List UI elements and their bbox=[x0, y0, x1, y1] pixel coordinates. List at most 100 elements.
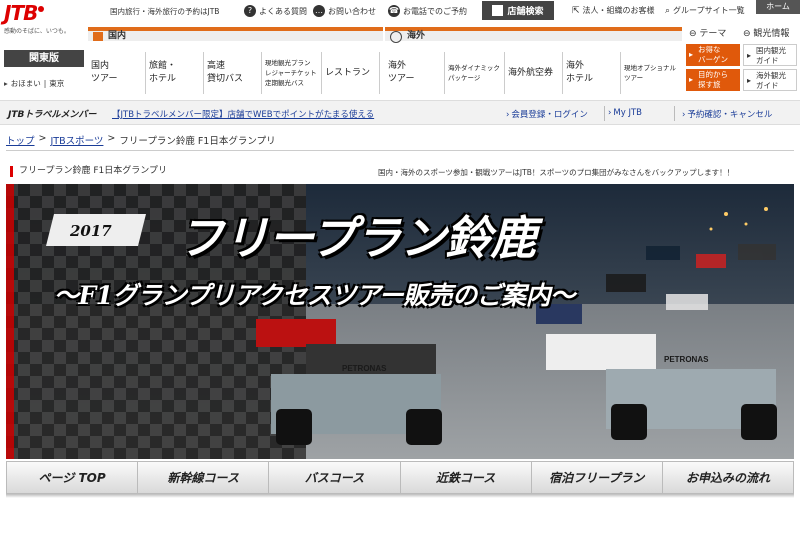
international-guide-button[interactable]: ▸ 海外観光 ガイド bbox=[743, 69, 797, 91]
section-nav-stay-free-plan[interactable]: 宿泊フリープラン bbox=[532, 462, 663, 493]
caret-right-icon: ▸ bbox=[747, 51, 752, 60]
arrow-box-icon: ⇱ bbox=[572, 5, 580, 16]
page-description: 国内・海外のスポーツ参加・観戦ツアーはJTB！スポーツのプロ集団がみなさんをバッ… bbox=[378, 168, 735, 177]
tab-theme[interactable]: ⊖ テーマ bbox=[685, 27, 741, 41]
tab-domestic-label: 国内 bbox=[108, 31, 127, 41]
store-search-button[interactable]: 店舗検索 bbox=[482, 1, 554, 20]
logo-tagline: 感動のそばに、いつも。 bbox=[4, 28, 70, 35]
international-nav: 海外 ツアー 海外ダイナミック パッケージ 海外航空券 海外 ホテル 現地オプシ… bbox=[385, 52, 681, 94]
car-livery-text: PETRONAS bbox=[342, 364, 387, 373]
nav-international-hotel[interactable]: 海外 ホテル bbox=[563, 52, 621, 94]
reservation-link[interactable]: › 予約確認・キャンセル bbox=[682, 108, 772, 120]
register-login-label: 会員登録・ログイン bbox=[511, 110, 588, 120]
page-title: フリープラン鈴鹿 F1日本グランプリ bbox=[10, 166, 167, 177]
tab-international-label: 海外 bbox=[407, 31, 426, 41]
domestic-guide-label: 国内観光 ガイド bbox=[756, 46, 786, 65]
caret-right-icon: ▸ bbox=[689, 75, 694, 84]
breadcrumb-sep: > bbox=[107, 133, 116, 144]
breadcrumb-sports[interactable]: JTBスポーツ bbox=[50, 133, 103, 147]
logo-text: JTB bbox=[4, 1, 38, 25]
region-divider: | bbox=[43, 78, 47, 88]
breadcrumb-top[interactable]: トップ bbox=[6, 133, 35, 147]
region-city: 東京 bbox=[49, 78, 65, 88]
breadcrumb-current: フリープラン鈴鹿 F1日本グランプリ bbox=[119, 136, 276, 147]
faq-label: よくある質問 bbox=[259, 6, 307, 16]
region-label[interactable]: 関東版 bbox=[4, 50, 84, 67]
corporate-label: 法人・組織のお客様 bbox=[582, 6, 655, 15]
breadcrumb-sep: > bbox=[38, 133, 47, 144]
bargain-label: お得な バーゲン bbox=[698, 45, 728, 64]
breadcrumb: トップ > JTBスポーツ > フリープラン鈴鹿 F1日本グランプリ bbox=[6, 133, 276, 147]
region-home-label: おほまい bbox=[10, 78, 41, 88]
caret-right-icon: › bbox=[682, 110, 686, 120]
nav-domestic-tour[interactable]: 国内 ツアー bbox=[88, 52, 146, 94]
section-nav-page-top[interactable]: ページ TOP bbox=[7, 462, 139, 493]
nav-local-plans[interactable]: 現地観光プラン レジャーチケット 定期観光バス bbox=[262, 52, 322, 94]
nav-flights[interactable]: 海外航空券 bbox=[505, 52, 563, 94]
logo-dot-icon bbox=[38, 6, 45, 12]
faq-link[interactable]: ? よくある質問 bbox=[244, 5, 307, 17]
purpose-trip-button[interactable]: ▸ 目的から 探す旅 bbox=[686, 69, 740, 91]
caret-right-icon: › bbox=[608, 108, 612, 118]
international-guide-label: 海外観光 ガイド bbox=[756, 71, 786, 90]
section-nav-shadow bbox=[6, 494, 794, 498]
divider bbox=[6, 150, 794, 151]
my-jtb-link[interactable]: › My JTB bbox=[608, 108, 642, 118]
car-livery-text: PETRONAS bbox=[664, 355, 709, 364]
nav-optional-tour[interactable]: 現地オプショナル ツアー bbox=[621, 52, 681, 94]
hero-banner: PETRONAS PETRONAS 2017 フリープラン鈴鹿 ～F1グランプリ… bbox=[6, 184, 794, 459]
my-jtb-label: My JTB bbox=[613, 108, 643, 118]
section-nav-application-flow[interactable]: お申込みの流れ bbox=[663, 462, 793, 493]
domestic-guide-button[interactable]: ▸ 国内観光 ガイド bbox=[743, 44, 797, 66]
divider bbox=[674, 106, 675, 121]
section-nav-bus[interactable]: バスコース bbox=[269, 462, 401, 493]
search-icon: ⌕ bbox=[665, 5, 671, 16]
building-icon bbox=[492, 5, 504, 16]
phone-booking-label: お電話でのご予約 bbox=[403, 6, 467, 16]
tab-guide[interactable]: ⊖ 観光情報 bbox=[743, 27, 800, 41]
travel-member-logo[interactable]: JTBトラベルメンバー bbox=[8, 107, 96, 120]
member-bar: JTBトラベルメンバー 【JTBトラベルメンバー限定】店舗でWEBでポイントがた… bbox=[0, 100, 800, 125]
divider bbox=[604, 106, 605, 121]
region-selector[interactable]: ▸ おほまい | 東京 bbox=[4, 76, 84, 90]
nav-ryokan-hotel[interactable]: 旅館・ ホテル bbox=[146, 52, 204, 94]
hero-year: 2017 bbox=[70, 222, 112, 240]
chat-icon: … bbox=[313, 5, 325, 17]
nav-international-tour[interactable]: 海外 ツアー bbox=[385, 52, 445, 94]
tab-international[interactable]: 海外 bbox=[385, 27, 682, 43]
phone-icon: ☎ bbox=[388, 5, 400, 17]
nav-highway-bus[interactable]: 高速 貸切バス bbox=[204, 52, 262, 94]
register-login-link[interactable]: › 会員登録・ログイン bbox=[506, 108, 588, 120]
nav-restaurant[interactable]: レストラン bbox=[322, 52, 380, 94]
top-note: 国内旅行・海外旅行の予約はJTB bbox=[110, 7, 220, 16]
tab-theme-label: テーマ bbox=[699, 29, 727, 39]
hero-title: フリープラン鈴鹿 bbox=[178, 211, 536, 265]
caret-right-icon: › bbox=[506, 110, 510, 120]
group-site-link[interactable]: ⌕ グループサイト一覧 bbox=[665, 5, 745, 16]
home-button[interactable]: ホーム bbox=[756, 0, 800, 14]
question-icon: ? bbox=[244, 5, 256, 17]
corporate-link[interactable]: ⇱ 法人・組織のお客様 bbox=[572, 5, 655, 16]
purpose-trip-label: 目的から 探す旅 bbox=[698, 70, 728, 89]
bargain-button[interactable]: ▸ お得な バーゲン bbox=[686, 44, 740, 66]
section-nav-kintetsu[interactable]: 近鉄コース bbox=[401, 462, 532, 493]
section-nav-shinkansen[interactable]: 新幹線コース bbox=[138, 462, 270, 493]
phone-booking-link[interactable]: ☎ お電話でのご予約 bbox=[388, 5, 467, 17]
nav-dynamic-package[interactable]: 海外ダイナミック パッケージ bbox=[445, 52, 505, 94]
caret-right-icon: ▸ bbox=[689, 50, 694, 59]
caret-right-icon: ▸ bbox=[4, 78, 8, 88]
chevron-down-icon: ⊖ bbox=[689, 29, 697, 39]
member-promo-link[interactable]: 【JTBトラベルメンバー限定】店舗でWEBでポイントがたまる使える bbox=[112, 108, 374, 120]
section-nav: ページ TOP 新幹線コース バスコース 近鉄コース 宿泊フリープラン お申込み… bbox=[6, 461, 794, 494]
jtb-logo[interactable]: JTB 感動のそばに、いつも。 bbox=[4, 2, 76, 42]
globe-icon bbox=[390, 31, 402, 43]
hero-subtitle: ～F1グランプリアクセスツアー販売のご案内～ bbox=[54, 281, 575, 310]
contact-label: お問い合わせ bbox=[328, 6, 376, 16]
store-search-label: 店舗検索 bbox=[507, 7, 544, 17]
contact-link[interactable]: … お問い合わせ bbox=[313, 5, 376, 17]
ticket-icon bbox=[93, 32, 103, 41]
reservation-label: 予約確認・キャンセル bbox=[687, 110, 773, 120]
caret-right-icon: ▸ bbox=[747, 76, 752, 85]
tab-guide-label: 観光情報 bbox=[753, 29, 790, 39]
tab-domestic[interactable]: 国内 bbox=[88, 27, 383, 41]
